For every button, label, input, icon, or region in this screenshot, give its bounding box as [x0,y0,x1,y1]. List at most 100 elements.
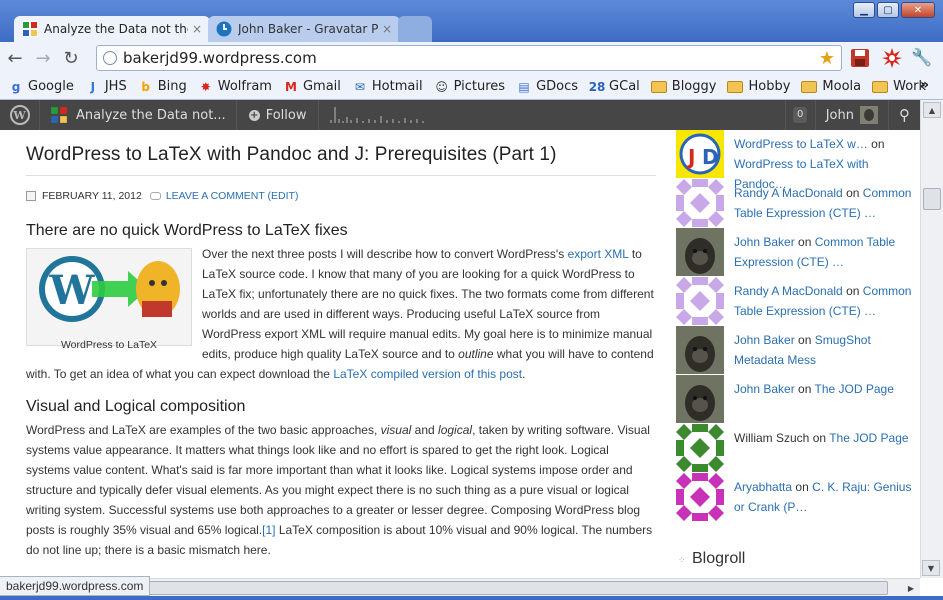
wolfram-icon: ✸ [200,79,211,94]
leave-comment-link[interactable]: LEAVE A COMMENT (EDIT) [166,190,299,202]
tab-close-icon[interactable]: × [192,22,202,36]
url-text[interactable]: bakerjd99.wordpress.com [123,49,819,67]
tab-gravatar[interactable]: John Baker - Gravatar Pro × [208,16,400,42]
bookmark-label: Hobby [748,79,791,94]
recent-comment-item: John Baker on The JOD Page [676,375,920,424]
comment-author[interactable]: Randy A MacDonald [734,186,843,200]
comment-post-link[interactable]: The JOD Page [829,431,908,445]
tab-title: John Baker - Gravatar Pro [238,22,378,36]
bookmark-item[interactable]: ✸ Wolfram [198,79,272,95]
page-content: WordPress to LaTeX with Pandoc and J: Pr… [0,130,920,578]
recent-comment-text: Randy A MacDonald on Common Table Expres… [734,281,920,321]
comment-post-link[interactable]: The JOD Page [815,382,894,396]
post-paragraph: WordPress and LaTeX are examples of the … [26,420,656,560]
gorilla-avatar [676,228,724,276]
comment-on-text: on [846,186,860,200]
identicon-green [676,424,724,472]
wordpress-logo-icon[interactable]: W [0,100,40,130]
wrench-icon[interactable]: 🔧 [910,46,934,70]
gdocs-icon: ▤ [518,79,530,94]
bookmark-item[interactable]: Hobby [727,79,790,94]
j-icon: J [90,79,96,94]
reload-button[interactable]: ↻ [58,46,84,70]
svg-text:D: D [702,145,719,169]
bookmark-item[interactable]: M Gmail [283,79,341,95]
comment-author[interactable]: Randy A MacDonald [734,284,843,298]
vertical-scrollbar[interactable]: ▲ ▼ [920,100,943,578]
bookmark-label: Bing [157,79,187,94]
recent-comment-item: John Baker on Common Table Expression (C… [676,228,920,277]
scroll-right-arrow-icon[interactable]: ▶ [903,580,919,596]
follow-button[interactable]: + Follow [237,100,320,130]
address-bar[interactable]: bakerjd99.wordpress.com ★ [96,45,842,71]
bookmark-star-icon[interactable]: ★ [819,48,835,69]
maximize-button[interactable]: ▢ [877,2,899,18]
bookmark-item[interactable]: ✉ Hotmail [352,79,423,95]
close-window-button[interactable]: ✕ [901,2,935,18]
scroll-up-arrow-icon[interactable]: ▲ [923,102,941,118]
gear-burst-icon[interactable] [880,46,904,70]
latex-compiled-link[interactable]: LaTeX compiled version of this post [333,367,522,381]
bookmarks-overflow-button[interactable]: » [920,77,929,93]
emphasis-text: visual [380,423,412,437]
bookmark-item[interactable]: Work [872,79,926,94]
identicon-lavender [676,179,724,227]
bookmark-item[interactable]: J JHS [85,79,127,95]
recent-comments-list: J D WordPress to LaTeX w… on WordPress to … [676,130,920,522]
bookmark-item[interactable]: 28 GCal [589,79,640,95]
comment-author[interactable]: John Baker [734,235,795,249]
comment-author[interactable]: WordPress to LaTeX w… [734,137,868,151]
user-menu[interactable]: John [814,100,888,130]
comment-on-text: on [795,480,809,494]
post-title[interactable]: WordPress to LaTeX with Pandoc and J: Pr… [26,144,656,166]
tab-close-icon[interactable]: × [382,22,392,36]
bookmark-item[interactable]: b Bing [138,79,187,95]
export-xml-link[interactable]: export XML [568,247,629,261]
admin-bar-site[interactable]: Analyze the Data not... [40,100,237,130]
gcal-icon: 28 [588,79,606,94]
jod-avatar: JD [676,130,724,178]
bookmark-item[interactable]: g Google [8,79,74,95]
scroll-down-arrow-icon[interactable]: ▼ [922,560,940,576]
new-tab-button[interactable] [398,16,432,42]
sparkline-graphic [330,107,424,123]
recent-comment-text: John Baker on Common Table Expression (C… [734,232,920,272]
bookmark-item[interactable]: Moola [801,79,861,94]
admin-bar-site-name: Analyze the Data not... [76,107,226,123]
gravatar-favicon-icon [216,21,232,37]
comment-author[interactable]: John Baker [734,333,795,347]
scrollbar-thumb[interactable] [923,188,941,210]
bookmark-label: GCal [609,79,640,94]
folder-icon [872,80,889,93]
comment-on-text: on [846,284,860,298]
forward-button[interactable]: → [30,46,56,70]
window-controls: ▁ ▢ ✕ [853,2,935,18]
bookmark-label: JHS [104,79,127,94]
recent-comment-item: John Baker on SmugShot Metadata Mess [676,326,920,375]
search-icon[interactable]: ⚲ [888,100,920,130]
bookmark-label: Wolfram [217,79,272,94]
browser-toolbar: ← → ↻ bakerjd99.wordpress.com ★ 🔧 [0,42,943,74]
blogroll-heading: ⁘ Blogroll [678,550,745,568]
notifications-button[interactable]: 0 [784,100,815,130]
footnote-link[interactable]: [1] [262,523,275,537]
section-heading: There are no quick WordPress to LaTeX fi… [26,222,348,239]
bookmark-item[interactable]: ☺ Pictures [434,79,505,95]
site-favicon-icon [22,21,38,37]
tab-active[interactable]: Analyze the Data not the I × [14,16,210,42]
minimize-button[interactable]: ▁ [853,2,875,18]
post-figure[interactable]: W WordPress to LaTeX [26,248,192,351]
avatar [860,106,878,124]
bookmark-item[interactable]: ▤ GDocs [516,79,578,95]
bookmark-item[interactable]: Bloggy [650,79,716,94]
comment-author[interactable]: John Baker [734,382,795,396]
post-meta: FEBRUARY 11, 2012 LEAVE A COMMENT (EDIT) [26,190,656,202]
stats-sparkline[interactable] [319,100,439,130]
paragraph-text: . [522,367,526,381]
title-bar: Analyze the Data not the I × John Baker … [0,0,943,42]
wordpress-admin-bar: W Analyze the Data not... + Follow 0 Joh… [0,100,920,130]
comment-author[interactable]: Aryabhatta [734,480,792,494]
hotmail-icon: ✉ [354,79,365,94]
back-button[interactable]: ← [2,46,28,70]
save-icon[interactable] [848,46,872,70]
